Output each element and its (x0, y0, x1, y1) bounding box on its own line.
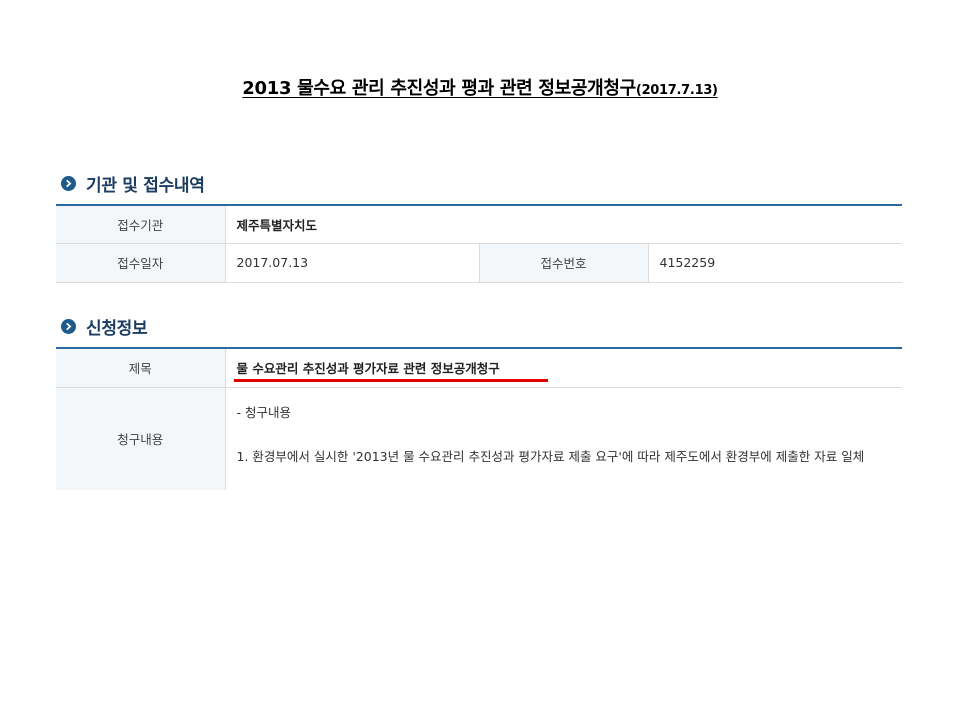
highlight-underline (234, 379, 548, 382)
chevron-right-circle-icon (61, 318, 76, 334)
subject-label: 제목 (56, 348, 226, 388)
content-label: 청구내용 (56, 387, 226, 490)
agency-value: 제주특별자치도 (225, 205, 903, 244)
content-heading: - 청구내용 (236, 404, 291, 420)
table-row: 접수기관 제주특별자치도 (56, 205, 903, 244)
page-title: 2013 물수요 관리 추진성과 평과 관련 정보공개청구(2017.7.13) (0, 74, 960, 100)
receipt-number-label: 접수번호 (478, 243, 649, 283)
content-paragraph: 1. 환경부에서 실시한 '2013년 물 수요관리 추진성과 평가자료 제출 … (236, 448, 865, 464)
content-value: - 청구내용 1. 환경부에서 실시한 '2013년 물 수요관리 추진성과 평… (225, 387, 902, 490)
page-title-date: (2017.7.13) (635, 83, 718, 98)
agency-info-table: 접수기관 제주특별자치도 접수일자 2017.07.13 접수번호 415225… (56, 204, 903, 283)
section-heading-label: 기관 및 접수내역 (86, 175, 205, 196)
table-row: 청구내용 - 청구내용 1. 환경부에서 실시한 '2013년 물 수요관리 추… (56, 387, 902, 490)
receipt-date-label: 접수일자 (56, 243, 226, 283)
receipt-number-value: 4152259 (648, 243, 903, 283)
section-heading-label: 신청정보 (86, 318, 148, 339)
section-heading-agency: 기관 및 접수내역 (61, 172, 205, 196)
receipt-date-value: 2017.07.13 (225, 243, 479, 283)
page-title-text: 2013 물수요 관리 추진성과 평과 관련 정보공개청구 (242, 78, 636, 99)
table-row: 접수일자 2017.07.13 접수번호 4152259 (56, 243, 903, 283)
chevron-right-circle-icon (61, 175, 76, 191)
agency-label: 접수기관 (56, 205, 226, 244)
request-info-table: 제목 물 수요관리 추진성과 평가자료 관련 정보공개청구 청구내용 - 청구내… (56, 347, 902, 490)
section-heading-request: 신청정보 (61, 315, 148, 339)
